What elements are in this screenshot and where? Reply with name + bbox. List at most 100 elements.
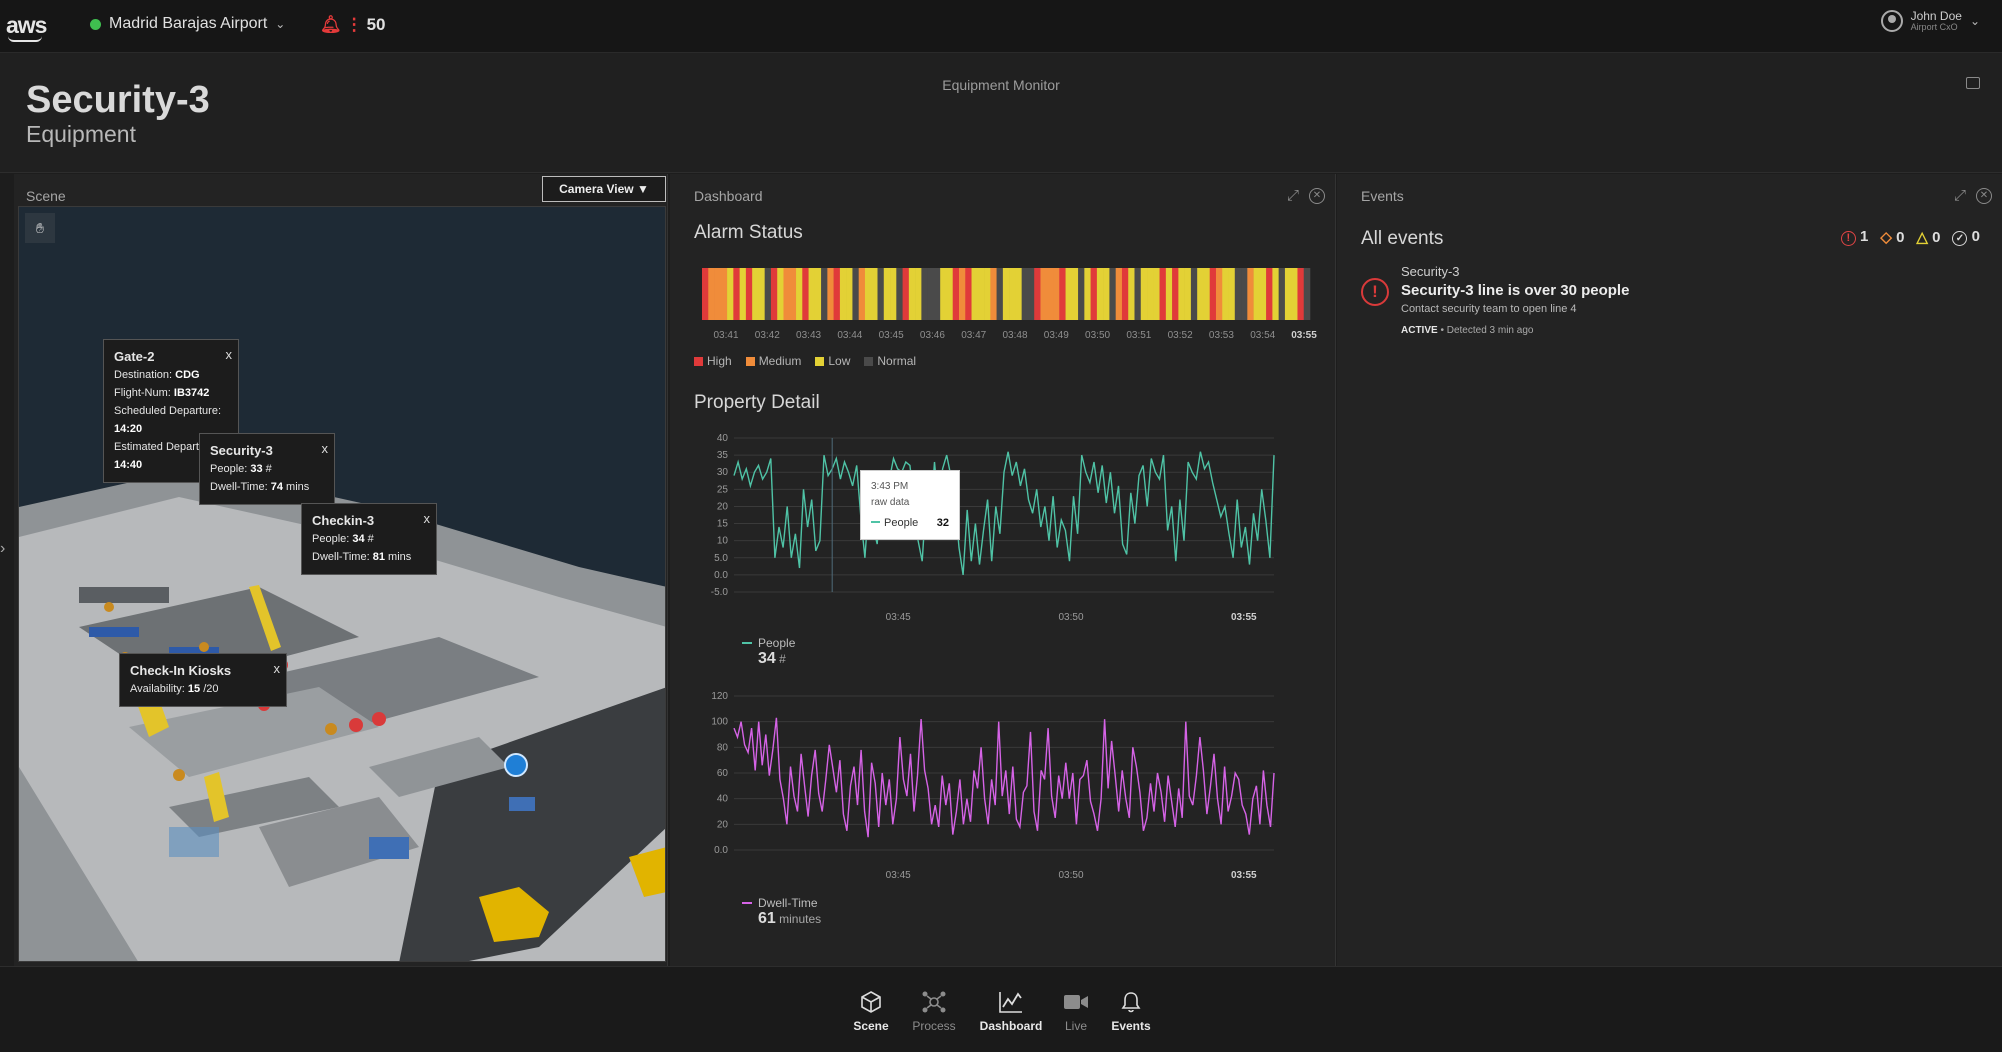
alarm-segment (1134, 268, 1142, 320)
alarm-segment (814, 268, 822, 320)
alarm-tick-label: 03:41 (713, 330, 738, 341)
alarm-segment (846, 268, 853, 320)
alarm-segment (789, 268, 797, 320)
alarm-segment (777, 268, 784, 320)
alarm-segment (1203, 268, 1211, 320)
filter-critical[interactable]: ! 1 (1840, 228, 1868, 246)
tooltip-security-3: x Security-3 People: 33 # Dwell-Time: 74… (199, 433, 335, 505)
people-current-value: 34 (758, 650, 776, 667)
alarm-tick-label: 03:55 (1291, 330, 1317, 341)
site-name: Madrid Barajas Airport (109, 15, 268, 32)
people-legend: People 34 # (742, 636, 795, 668)
nav-dashboard[interactable]: Dashboard (976, 989, 1046, 1033)
legend-high: High (694, 354, 732, 368)
close-icon[interactable]: x (424, 510, 431, 528)
airport-floor-render (19, 207, 665, 961)
alarm-segment (864, 268, 872, 320)
alarm-counter[interactable]: 🔔︎ ⋮ 50 (320, 15, 386, 35)
alarm-segment (921, 268, 928, 320)
alarm-segment (827, 268, 834, 320)
y-tick-label: 80 (717, 742, 729, 753)
expand-icon[interactable]: ⤢ (1952, 188, 1968, 204)
expand-icon[interactable]: ⤢ (1285, 188, 1301, 204)
tooltip-line: Destination: CDG (114, 369, 200, 381)
pan-tool-button[interactable]: ✋︎ (25, 213, 55, 243)
y-tick-label: 0.0 (714, 845, 728, 856)
alarm-segment (1284, 268, 1292, 320)
dwell-unit: minutes (779, 912, 822, 926)
nav-process[interactable]: Process (899, 989, 969, 1033)
tooltip-title: Gate-2 (114, 349, 155, 364)
y-tick-label: 120 (711, 691, 728, 702)
page-subtitle: Equipment (26, 121, 136, 147)
alarm-segment (758, 268, 765, 320)
y-tick-label: 30 (717, 467, 729, 478)
alert-circle-icon: ! (1361, 278, 1389, 306)
alarm-status-timeline[interactable]: 03:41 03:42 03:43 03:44 03:45 03:46 03:47 03:48… (694, 266, 1334, 346)
alarm-tick-label: 03:46 (920, 330, 945, 341)
event-filters: ! 1 ◇ 0 △ 0 ✓ 0 (1840, 228, 1980, 246)
y-tick-label: 15 (717, 519, 729, 530)
alarm-segment (1241, 268, 1248, 320)
event-description: Contact security team to open line 4 (1401, 303, 1577, 315)
scene-label: Scene (26, 188, 66, 204)
alarm-segment (1303, 268, 1311, 320)
critical-icon: ! (1840, 231, 1856, 246)
tooltip-line: Dwell-Time: 74 mins (210, 481, 310, 493)
people-series-name: People (758, 636, 796, 650)
alarm-segment (720, 268, 728, 320)
tooltip-check-in-kiosks: x Check-In Kiosks Availability: 15 /20 (119, 653, 287, 707)
monitor-label: Equipment Monitor (942, 77, 1060, 93)
close-icon[interactable]: x (322, 440, 329, 458)
alarm-segment (1178, 268, 1185, 320)
alarm-segment (1297, 268, 1305, 320)
event-item[interactable]: ! Security-3 Security-3 line is over 30 … (1361, 264, 1630, 336)
event-title: Security-3 line is over 30 people (1401, 282, 1630, 299)
expand-sidebar-icon[interactable]: › (0, 540, 5, 558)
nav-scene[interactable]: Scene (836, 989, 906, 1033)
alarm-segment (940, 268, 947, 320)
alarm-segment (714, 268, 722, 320)
alarm-segment (1034, 268, 1041, 320)
dwell-current-value: 61 (758, 910, 776, 927)
filter-high[interactable]: ◇ 0 (1880, 228, 1904, 246)
people-line-chart[interactable]: -5.0 0.0 5.0 10 15 20 25 30 35 40 03:45 03:50 03:55 (694, 428, 1294, 628)
nav-events[interactable]: Events (1096, 989, 1166, 1033)
legend-medium: Medium (745, 354, 801, 368)
alarm-segment (702, 268, 709, 320)
close-icon[interactable]: ✕ (1976, 188, 1992, 204)
alarm-segment (977, 268, 985, 320)
all-events-title: All events (1361, 228, 1444, 249)
site-selector[interactable]: Madrid Barajas Airport ⌄ (90, 15, 285, 33)
camera-view-button[interactable]: Camera View ▼ (542, 176, 666, 202)
user-menu[interactable]: John Doe Airport CxO ⌄ (1880, 9, 1980, 32)
dwell-time-line-chart[interactable]: 0.0 20 40 60 80 100 120 03:45 03:50 03:55 (694, 686, 1294, 886)
bell-icon (1096, 989, 1166, 1015)
alarm-segment (808, 268, 816, 320)
alarm-segment (1266, 268, 1273, 320)
x-tick-label: 03:50 (1058, 612, 1083, 623)
alarm-segment (883, 268, 891, 320)
close-icon[interactable]: x (226, 346, 233, 364)
page-header: Security-3 Equipment Equipment Monitor (0, 53, 2002, 173)
alarm-segment (739, 268, 747, 320)
alarm-tick-label: 03:50 (1085, 330, 1110, 341)
alarm-tick-label: 03:52 (1168, 330, 1193, 341)
alarm-segment (852, 268, 860, 320)
alarm-segment (971, 268, 979, 320)
scene-3d-view[interactable]: ✋︎ x Gate-2 Destination: CDG Flight-Num:… (18, 206, 666, 962)
filter-resolved[interactable]: ✓ 0 (1952, 228, 1980, 246)
close-icon[interactable]: x (274, 660, 281, 678)
alarm-segment (1065, 268, 1073, 320)
alarm-segment (877, 268, 885, 320)
window-icon[interactable] (1966, 77, 1980, 89)
filter-medium[interactable]: △ 0 (1916, 228, 1940, 246)
alarm-segment (1103, 268, 1110, 320)
alarm-segment (839, 268, 847, 320)
user-name: John Doe (1910, 9, 1962, 23)
x-tick-label: 03:45 (886, 612, 911, 623)
close-icon[interactable]: ✕ (1309, 188, 1325, 204)
chevron-down-icon: ⌄ (275, 17, 286, 31)
tooltip-title: Security-3 (210, 443, 273, 458)
alarm-segment (902, 268, 910, 320)
